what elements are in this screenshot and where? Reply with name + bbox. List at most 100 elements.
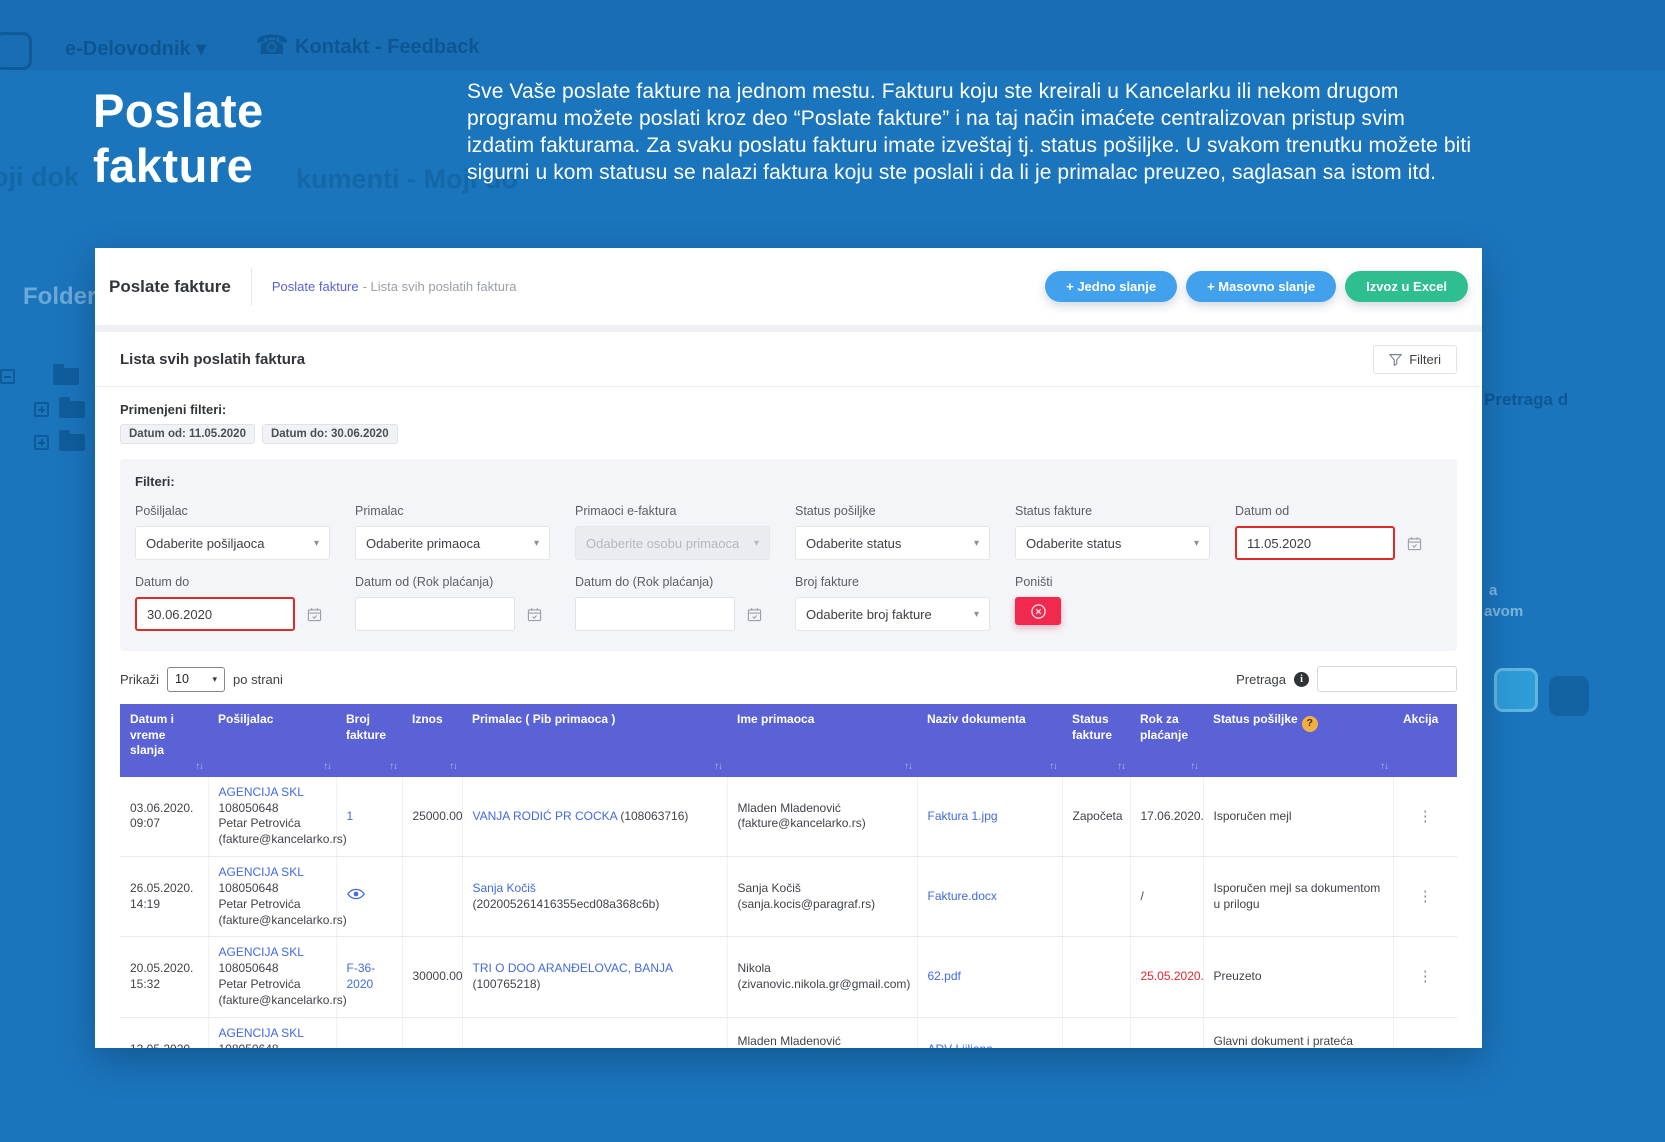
cell-naziv-dokumenta: 62.pdf [917, 937, 1062, 1017]
cell-naziv-dokumenta: Fakture.docx [917, 857, 1062, 937]
calendar-icon[interactable] [747, 607, 762, 622]
sender-link[interactable]: AGENCIJA SKL [219, 945, 304, 959]
cell-status-fakture [1062, 857, 1130, 937]
faded-text-fragment: avom [1484, 603, 1523, 620]
breadcrumb-link-poslate-fakture[interactable]: Poslate fakture [272, 279, 359, 294]
status-posiljke-select[interactable]: Odaberite status▾ [795, 526, 990, 560]
invoice-number-link[interactable]: 1 [347, 809, 354, 823]
recipient-link[interactable]: TRI O DOO ARANĐELOVAC, BANJA [473, 961, 673, 975]
broj-fakture-select[interactable]: Odaberite broj fakture▾ [795, 597, 990, 631]
cell-status-posiljke: Preuzeto [1203, 937, 1393, 1017]
sort-icon: ↑↓ [905, 761, 913, 773]
cell-ime-primaoca: Nikola(zivanovic.nikola.gr@gmail.com) [727, 937, 917, 1017]
filter-datum-od: Datum od 11.05.2020 [1235, 504, 1455, 560]
breadcrumb: Poslate fakture- Lista svih poslatih fak… [272, 279, 517, 294]
kebab-menu-icon[interactable]: ⋮ [1404, 887, 1448, 907]
col-header-status-fakture[interactable]: Status fakture↑↓ [1062, 704, 1130, 777]
ponisti-button[interactable] [1015, 597, 1061, 625]
cell-status-posiljke: Glavni dokument i prateća dokumentacija … [1203, 1017, 1393, 1048]
sort-icon: ↑↓ [390, 761, 398, 773]
cell-naziv-dokumenta: Faktura 1.jpg [917, 777, 1062, 857]
question-help-icon[interactable]: ? [1302, 716, 1318, 732]
document-link[interactable]: 62.pdf [928, 969, 961, 983]
info-icon: i [1294, 672, 1309, 687]
applied-filter-badge: Datum od: 11.05.2020 [120, 424, 255, 444]
calendar-icon[interactable] [307, 607, 322, 622]
sort-icon: ↑↓ [1381, 761, 1389, 773]
background-topbar [0, 0, 1665, 70]
cell-iznos [402, 1017, 462, 1048]
cell-primalac: AGENCIJA SKL (108050648) [462, 1017, 727, 1048]
col-header-posiljalac[interactable]: Pošiljalac↑↓ [208, 704, 336, 777]
cell-status-posiljke: Isporučen mejl [1203, 777, 1393, 857]
cell-posiljalac: AGENCIJA SKL 108050648Petar Petrovića(fa… [208, 937, 336, 1017]
sender-link[interactable]: AGENCIJA SKL [219, 1026, 304, 1040]
kebab-menu-icon[interactable]: ⋮ [1404, 1047, 1448, 1048]
rok-od-input[interactable] [355, 597, 515, 631]
col-header-broj-fakture[interactable]: Broj fakture↑↓ [336, 704, 402, 777]
search-input[interactable] [1317, 666, 1457, 692]
col-header-status-posiljke[interactable]: Status pošiljke?↑↓ [1203, 704, 1393, 777]
sender-link[interactable]: AGENCIJA SKL [219, 785, 304, 799]
sort-icon: ↑↓ [196, 761, 204, 773]
field-label: Status pošiljke [795, 504, 1015, 518]
sort-icon: ↑↓ [1118, 761, 1126, 773]
field-label: Poništi [1015, 575, 1235, 589]
calendar-icon[interactable] [1407, 536, 1422, 551]
col-header-naziv-dokumenta[interactable]: Naziv dokumenta↑↓ [917, 704, 1062, 777]
card-title: Lista svih poslatih faktura [120, 351, 305, 368]
filter-funnel-icon [1389, 353, 1402, 366]
filteri-button[interactable]: Filteri [1373, 345, 1457, 374]
izvoz-u-excel-button[interactable]: Izvoz u Excel [1345, 271, 1468, 302]
document-link[interactable]: Faktura 1.jpg [928, 809, 998, 823]
document-link[interactable]: Fakture.docx [928, 889, 997, 903]
col-header-primalac[interactable]: Primalac ( Pib primaoca )↑↓ [462, 704, 727, 777]
osoba-primaoca-select: Odaberite osobu primaoca▾ [575, 526, 770, 560]
recipient-link[interactable]: Sanja Kočiš [473, 881, 536, 895]
datum-do-input[interactable]: 30.06.2020 [135, 597, 295, 631]
filter-rok-od: Datum od (Rok plaćanja) [355, 575, 575, 631]
invoice-number-link[interactable]: F-36-2020 [347, 961, 376, 991]
jedno-slanje-button[interactable]: + Jedno slanje [1045, 271, 1177, 302]
faded-text-folder: Folder [23, 283, 96, 311]
field-label: Primalac [355, 504, 575, 518]
field-label: Status fakture [1015, 504, 1235, 518]
per-page-select[interactable]: 10▾ [167, 667, 225, 692]
sort-icon: ↑↓ [450, 761, 458, 773]
col-header-iznos[interactable]: Iznos↑↓ [402, 704, 462, 777]
masovno-slanje-button[interactable]: + Masovno slanje [1186, 271, 1336, 302]
folder-tree [0, 368, 100, 467]
sender-link[interactable]: AGENCIJA SKL [219, 865, 304, 879]
status-fakture-select[interactable]: Odaberite status▾ [1015, 526, 1210, 560]
datum-od-input[interactable]: 11.05.2020 [1235, 526, 1395, 560]
cell-datum: 13.05.2020.10:01 [120, 1017, 208, 1048]
cell-akcija: ⋮ [1393, 1017, 1457, 1048]
applied-filter-badge: Datum do: 30.06.2020 [262, 424, 398, 444]
faded-app-icon [1494, 668, 1538, 712]
col-header-ime-primaoca[interactable]: Ime primaoca↑↓ [727, 704, 917, 777]
table-header-row: Datum i vreme slanja↑↓ Pošiljalac↑↓ Broj… [120, 704, 1457, 777]
faded-text-fragment: a [1489, 582, 1497, 599]
applied-filters: Datum od: 11.05.2020 Datum do: 30.06.202… [120, 424, 1457, 444]
eye-preview-icon[interactable] [347, 888, 365, 900]
sort-icon: ↑↓ [324, 761, 332, 773]
recipient-link[interactable]: VANJA RODIĆ PR COCKA [473, 809, 617, 823]
sort-icon: ↑↓ [715, 761, 723, 773]
cell-naziv-dokumenta: ADV Ljiljana Stojkovic.pdf [917, 1017, 1062, 1048]
calendar-icon[interactable] [527, 607, 542, 622]
chevron-down-icon: ▾ [974, 538, 979, 549]
col-header-rok-za-placanje[interactable]: Rok za plaćanje↑↓ [1130, 704, 1203, 777]
document-link[interactable]: ADV Ljiljana Stojkovic.pdf [928, 1042, 996, 1048]
faded-text-moji-dokumenti: oji dok [0, 162, 79, 193]
divider-band [95, 325, 1482, 332]
nav-item-kontakt: Kontakt - Feedback [295, 36, 479, 59]
kebab-menu-icon[interactable]: ⋮ [1404, 967, 1448, 987]
kebab-menu-icon[interactable]: ⋮ [1404, 807, 1448, 827]
col-header-datum-i-vreme[interactable]: Datum i vreme slanja↑↓ [120, 704, 208, 777]
chevron-down-icon: ▾ [212, 674, 217, 685]
filter-primalac: Primalac Odaberite primaoca▾ [355, 504, 575, 560]
posiljalac-select[interactable]: Odaberite pošiljaoca▾ [135, 526, 330, 560]
primalac-select[interactable]: Odaberite primaoca▾ [355, 526, 550, 560]
rok-do-input[interactable] [575, 597, 735, 631]
cell-akcija: ⋮ [1393, 777, 1457, 857]
